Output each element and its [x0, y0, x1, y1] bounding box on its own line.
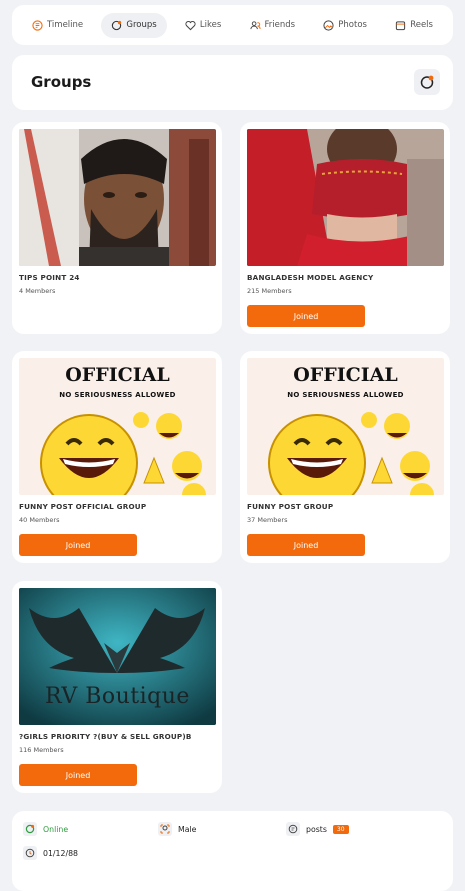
group-members: 40 Members [19, 516, 60, 524]
photos-icon [323, 19, 334, 31]
posts-count-badge: 30 [332, 824, 349, 834]
groups-icon [112, 20, 122, 30]
joined-button[interactable]: Joined [19, 534, 137, 556]
joined-button[interactable]: Joined [19, 764, 137, 786]
group-members: 4 Members [19, 287, 56, 295]
tab-photos[interactable]: Photos [313, 13, 377, 38]
tab-reels[interactable]: Reels [385, 13, 443, 38]
tab-label: Photos [338, 20, 367, 30]
group-card[interactable]: TIPS POINT 24 4 Members [12, 122, 222, 334]
group-card[interactable]: RV Boutique ?GIRLS PRIORITY ?(BUY & SELL… [12, 581, 222, 793]
tab-label: Groups [126, 20, 157, 30]
tab-label: Friends [264, 20, 296, 30]
reels-icon [396, 20, 406, 30]
group-card[interactable]: OFFICIAL NO SERIOUSNESS ALLOWED FUNNY PO… [240, 351, 450, 563]
group-name: TIPS POINT 24 [19, 273, 80, 282]
groups-icon [420, 75, 434, 89]
posts-label: posts [306, 824, 327, 834]
online-status: Online [23, 822, 68, 836]
gender-text: Male [178, 824, 197, 834]
groups-header: Groups [12, 55, 453, 110]
birthday-icon [23, 846, 37, 860]
timeline-icon [32, 19, 43, 31]
groups-icon-button[interactable] [414, 69, 440, 95]
profile-tabs: Timeline Groups Likes Friends Photos Ree… [12, 5, 453, 45]
tab-timeline[interactable]: Timeline [22, 13, 93, 38]
group-cover-image: OFFICIAL NO SERIOUSNESS ALLOWED [19, 358, 216, 495]
group-name: ?GIRLS PRIORITY ?(BUY & SELL GROUP)B [19, 732, 192, 741]
group-members: 215 Members [247, 287, 292, 295]
tab-groups[interactable]: Groups [101, 12, 167, 38]
profile-info: Online Male posts 30 01/12/88 [12, 811, 453, 891]
friends-icon [249, 20, 261, 29]
heart-icon [185, 20, 196, 30]
joined-button[interactable]: Joined [247, 534, 365, 556]
tab-friends[interactable]: Friends [240, 13, 306, 38]
tab-label: Reels [410, 20, 433, 30]
group-cover-image: RV Boutique [19, 588, 216, 725]
group-cover-image [247, 129, 444, 266]
group-cover-image: OFFICIAL NO SERIOUSNESS ALLOWED [247, 358, 444, 495]
online-icon [23, 822, 37, 836]
group-name: FUNNY POST OFFICIAL GROUP [19, 502, 147, 511]
posts-icon [286, 822, 300, 836]
group-members: 116 Members [19, 746, 64, 754]
gender-info: Male [158, 822, 196, 836]
tab-likes[interactable]: Likes [175, 13, 231, 38]
group-card[interactable]: BANGLADESH MODEL AGENCY 215 Members Join… [240, 122, 450, 334]
group-name: FUNNY POST GROUP [247, 502, 334, 511]
group-cover-image [19, 129, 216, 266]
posts-info[interactable]: posts 30 [286, 822, 349, 836]
logo-text: RV Boutique [45, 684, 190, 709]
group-members: 37 Members [247, 516, 288, 524]
birthday-text: 01/12/88 [43, 848, 79, 858]
page-title: Groups [31, 73, 92, 91]
tab-label: Timeline [47, 20, 84, 30]
tab-label: Likes [199, 20, 222, 30]
gender-icon [158, 822, 172, 836]
birthday-info: 01/12/88 [23, 846, 78, 860]
group-name: BANGLADESH MODEL AGENCY [247, 273, 374, 282]
joined-button[interactable]: Joined [247, 305, 365, 327]
group-card[interactable]: OFFICIAL NO SERIOUSNESS ALLOWED FUNNY PO… [12, 351, 222, 563]
status-text: Online [43, 824, 69, 834]
